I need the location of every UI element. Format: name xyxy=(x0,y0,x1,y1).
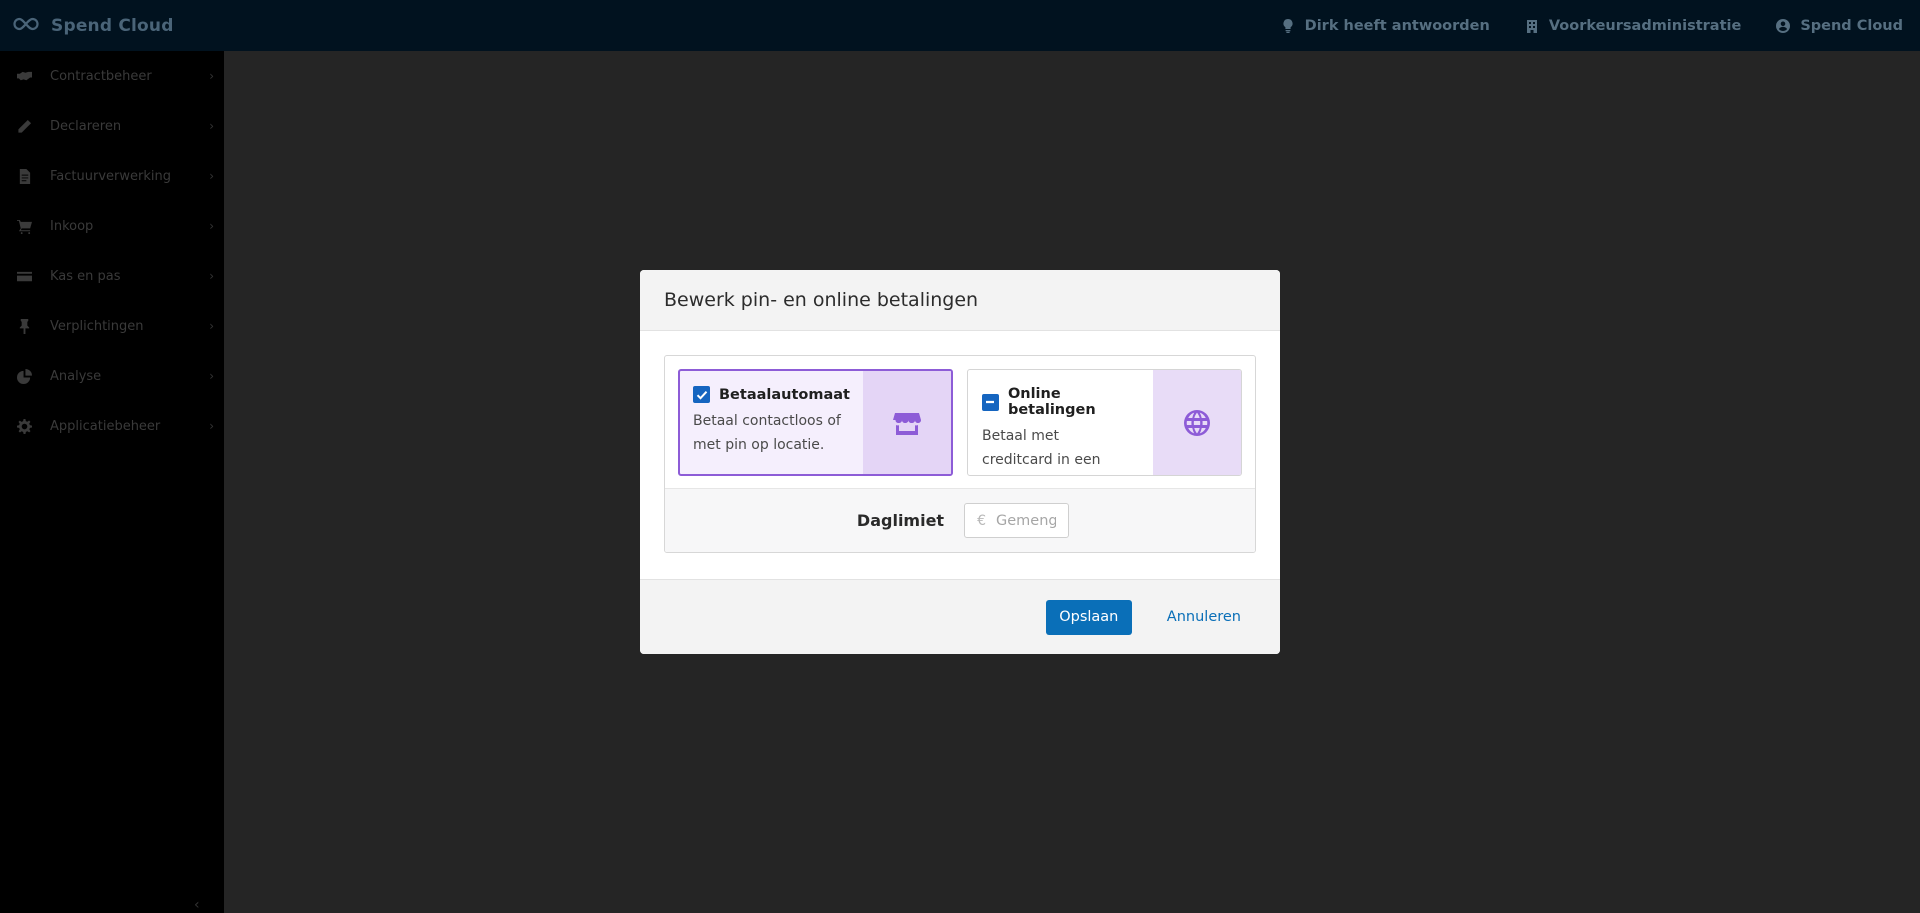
dialog-title: Bewerk pin- en online betalingen xyxy=(664,289,979,311)
chevron-right-icon: › xyxy=(209,269,214,283)
handshake-icon xyxy=(16,68,32,84)
sidebar-item-inkoop[interactable]: Inkoop › xyxy=(0,201,224,251)
dialog-header: Bewerk pin- en online betalingen xyxy=(640,270,1280,331)
pin-icon xyxy=(16,318,32,334)
sidebar-item-label: Applicatiebeheer xyxy=(50,418,161,434)
sidebar-item-applicatiebeheer[interactable]: Applicatiebeheer › xyxy=(0,401,224,451)
chevron-right-icon: › xyxy=(209,169,214,183)
globe-icon xyxy=(1153,370,1241,475)
checkmark-icon xyxy=(696,390,707,400)
user-icon xyxy=(1776,18,1791,33)
document-icon xyxy=(16,168,32,184)
save-button[interactable]: Opslaan xyxy=(1045,599,1132,635)
brand-logo[interactable]: Spend Cloud xyxy=(13,16,174,36)
daily-limit-label: Daglimiet xyxy=(856,511,945,530)
chevron-right-icon: › xyxy=(209,69,214,83)
daily-limit-input[interactable] xyxy=(996,512,1056,529)
edit-payments-dialog: Bewerk pin- en online betalingen Betaala… xyxy=(640,270,1280,654)
sidebar-item-verplichtingen[interactable]: Verplichtingen › xyxy=(0,301,224,351)
sidebar-item-factuurverwerking[interactable]: Factuurverwerking › xyxy=(0,151,224,201)
cancel-button[interactable]: Annuleren xyxy=(1167,609,1241,625)
sidebar-item-contractbeheer[interactable]: Contractbeheer › xyxy=(0,51,224,101)
pencil-icon xyxy=(16,118,32,134)
card-icon xyxy=(16,268,32,284)
sidebar-item-label: Kas en pas xyxy=(50,268,121,284)
sidebar-item-label: Contractbeheer xyxy=(50,68,152,84)
card-online-betalingen[interactable]: Online betalingen Betaal met creditcard … xyxy=(967,369,1242,476)
card-betaalautomaat[interactable]: Betaalautomaat Betaal contactloos of met… xyxy=(678,369,953,476)
online-betalingen-checkbox[interactable] xyxy=(982,393,999,411)
daily-limit-row: Daglimiet € xyxy=(665,488,1255,552)
help-link-label: Dirk heeft antwoorden xyxy=(1304,17,1490,34)
betaalautomaat-checkbox[interactable] xyxy=(693,386,710,403)
chevron-right-icon: › xyxy=(209,219,214,233)
user-menu[interactable]: Spend Cloud xyxy=(1776,18,1903,34)
administration-label: Voorkeursadministratie xyxy=(1548,17,1742,34)
card-description: Betaal contactloos of met pin op locatie… xyxy=(693,413,841,453)
indeterminate-icon xyxy=(986,400,995,404)
sidebar-item-analyse[interactable]: Analyse › xyxy=(0,351,224,401)
cart-icon xyxy=(16,218,32,234)
help-link[interactable]: Dirk heeft antwoorden xyxy=(1281,18,1490,34)
dialog-footer: Opslaan Annuleren xyxy=(640,579,1280,654)
sidebar-collapse-button[interactable]: ‹ xyxy=(194,897,200,913)
sidebar-item-kas-en-pas[interactable]: Kas en pas › xyxy=(0,251,224,301)
user-menu-label: Spend Cloud xyxy=(1800,17,1903,34)
sidebar-item-label: Factuurverwerking xyxy=(50,168,171,184)
card-title: Online betalingen xyxy=(1007,386,1096,418)
dialog-body: Betaalautomaat Betaal contactloos of met… xyxy=(640,331,1280,579)
building-icon xyxy=(1525,19,1539,33)
gear-icon xyxy=(16,418,32,434)
bulb-icon xyxy=(1281,18,1295,33)
card-title: Betaalautomaat xyxy=(719,386,850,403)
payment-options-panel: Betaalautomaat Betaal contactloos of met… xyxy=(664,355,1256,553)
infinity-logo-icon xyxy=(13,16,39,35)
sidebar-item-label: Declareren xyxy=(50,118,122,134)
daily-limit-field[interactable]: € xyxy=(964,503,1070,538)
top-navigation-bar: Spend Cloud Dirk heeft antwoorden Voorke… xyxy=(0,0,1920,51)
brand-name: Spend Cloud xyxy=(51,15,174,36)
chevron-right-icon: › xyxy=(209,419,214,433)
chevron-right-icon: › xyxy=(209,319,214,333)
sidebar-item-declareren[interactable]: Declareren › xyxy=(0,101,224,151)
store-icon xyxy=(863,371,951,474)
sidebar-item-label: Analyse xyxy=(50,368,102,384)
chevron-right-icon: › xyxy=(209,119,214,133)
pie-chart-icon xyxy=(16,368,32,384)
card-description: Betaal met creditcard in een webwinkel o… xyxy=(982,428,1101,468)
euro-icon: € xyxy=(977,512,986,529)
sidebar-item-label: Verplichtingen xyxy=(50,318,144,334)
sidebar-item-label: Inkoop xyxy=(50,218,94,234)
chevron-right-icon: › xyxy=(209,369,214,383)
administration-switcher[interactable]: Voorkeursadministratie xyxy=(1525,18,1741,34)
sidebar: Contractbeheer › Declareren › Factuurver… xyxy=(0,51,224,913)
